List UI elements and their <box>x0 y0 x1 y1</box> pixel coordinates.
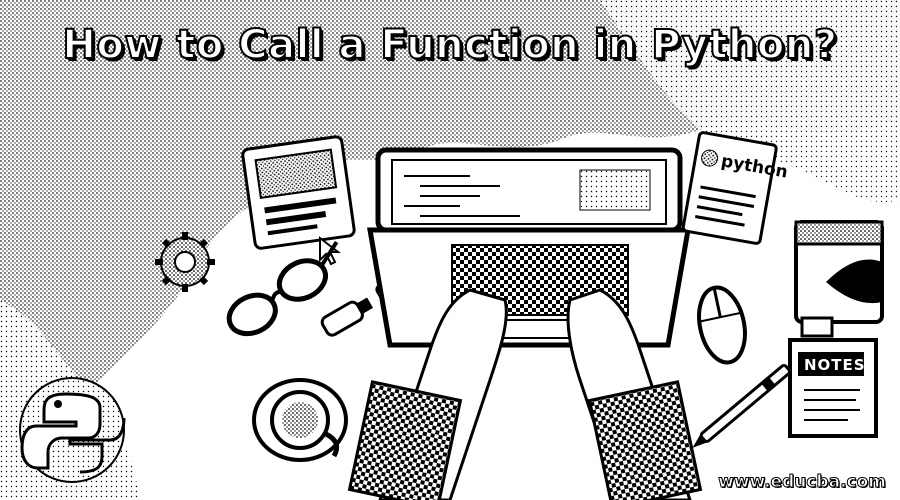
book-icon <box>794 220 884 338</box>
gear-icon <box>155 232 215 292</box>
python-document-icon: python <box>681 131 789 245</box>
python-logo-icon <box>19 377 126 483</box>
notes-label: NOTES <box>804 356 866 374</box>
coffee-cup-icon <box>252 378 348 462</box>
page-title: How to Call a Function in Python? <box>61 21 838 69</box>
banner-image: python NOTES How to Call a Function in P… <box>0 0 900 500</box>
illustration: python NOTES <box>0 0 900 500</box>
mouse-icon <box>697 285 747 365</box>
monitor-icon <box>241 135 356 250</box>
pen-icon <box>692 364 791 448</box>
laptop-icon <box>367 147 691 348</box>
website-url[interactable]: www.educba.com <box>718 472 887 493</box>
notepad-icon: NOTES <box>788 338 878 438</box>
